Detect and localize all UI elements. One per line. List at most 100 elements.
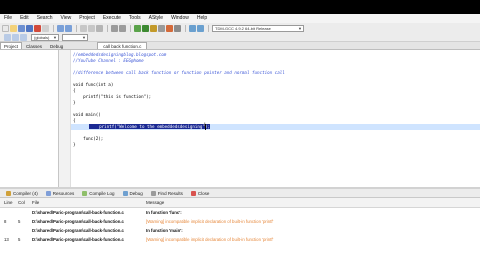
- indent-icon[interactable]: [111, 24, 118, 32]
- code-line-text: }: [73, 142, 76, 147]
- compiler-message-row[interactable]: 13 5 D:\shared\Paric-program\call-back-fun…: [0, 235, 480, 244]
- compiler-select-value: TDM-GCC 4.9.2 64-bit Release: [215, 25, 271, 31]
- tab-compiler[interactable]: Compiler (4): [2, 189, 42, 198]
- compile-run-icon[interactable]: [150, 24, 157, 32]
- profile-icon[interactable]: [189, 24, 196, 32]
- tab-find-results[interactable]: Find Results: [147, 189, 187, 198]
- compile-icon[interactable]: [134, 24, 141, 32]
- compiler-cell-file: D:\shared\Paric-program\call-back-functi…: [32, 228, 124, 233]
- replace-icon[interactable]: [88, 24, 95, 32]
- chart-icon[interactable]: [197, 24, 204, 32]
- compiler-cell-file: D:\shared\Paric-program\call-back-functi…: [32, 219, 124, 224]
- code-line-text: {: [73, 88, 76, 93]
- goto-bookmark-icon[interactable]: [20, 33, 27, 41]
- menu-astyle[interactable]: AStyle: [145, 14, 167, 23]
- close-icon: [190, 190, 196, 196]
- code-line-text: }: [73, 100, 76, 105]
- compiler-cell-col: 5: [18, 219, 21, 224]
- project-panel[interactable]: [0, 50, 59, 187]
- members-select[interactable]: ▼: [62, 33, 88, 41]
- print-icon[interactable]: [42, 24, 49, 32]
- globals-select[interactable]: (globals) ▼: [31, 33, 59, 41]
- code-line-text: printf("Welcome to the embeddedsdesignin…: [89, 124, 211, 129]
- code-line: }: [73, 142, 76, 148]
- col-header-file[interactable]: File: [32, 198, 39, 207]
- compiler-cell-line: 8: [4, 219, 7, 224]
- col-header-line[interactable]: Line: [4, 198, 13, 207]
- col-header-message[interactable]: Message: [146, 198, 164, 207]
- unindent-icon[interactable]: [119, 24, 126, 32]
- tab-resources[interactable]: Resources: [42, 189, 79, 198]
- compile-log-icon: [82, 190, 88, 196]
- editor-file-tab[interactable]: call back function.c: [97, 42, 148, 49]
- menu-help[interactable]: Help: [193, 14, 211, 23]
- toolbar-divider: [208, 24, 209, 32]
- tab-project[interactable]: Project: [0, 42, 23, 49]
- chevron-down-icon: ▼: [82, 34, 86, 40]
- toolbar-divider: [76, 24, 77, 32]
- code-line-text: {: [73, 118, 76, 123]
- menu-project[interactable]: Project: [75, 14, 99, 23]
- toolbar-divider: [53, 24, 54, 32]
- code-line: void main(): [73, 112, 101, 118]
- chevron-down-icon: ▼: [53, 34, 57, 40]
- undo-icon[interactable]: [57, 24, 64, 32]
- debug-icon[interactable]: [166, 24, 173, 32]
- code-line: printf("this is function");: [73, 94, 151, 100]
- tab-debug-label: Debug: [129, 190, 143, 196]
- compiler-cell-message: [Warning] incompatible implicit declarat…: [146, 237, 274, 242]
- menu-search[interactable]: Search: [33, 14, 57, 23]
- insert-icon[interactable]: [4, 33, 11, 41]
- new-file-icon[interactable]: [2, 24, 9, 32]
- code-line-text: void main(): [73, 112, 101, 117]
- code-line: func(2);: [73, 136, 103, 142]
- stop-icon[interactable]: [174, 24, 181, 32]
- open-folder-icon[interactable]: [10, 24, 17, 32]
- code-line: printf("Welcome to the embeddedsdesignin…: [89, 124, 211, 130]
- code-line-text: printf("this is function");: [73, 94, 152, 99]
- menu-edit[interactable]: Edit: [16, 14, 33, 23]
- menu-window[interactable]: Window: [167, 14, 193, 23]
- compiler-table-header: Line Col File Message: [0, 198, 480, 208]
- compiler-cell-file: D:\shared\Paric-program\call-back-functi…: [32, 237, 124, 242]
- tab-resources-label: Resources: [52, 190, 75, 196]
- menu-bar: File Edit Search View Project Execute To…: [0, 14, 480, 23]
- toolbar-divider: [185, 24, 186, 32]
- tab-debug[interactable]: Debug: [46, 42, 67, 49]
- tab-close-label: Close: [197, 190, 210, 196]
- run-icon[interactable]: [142, 24, 149, 32]
- tab-close[interactable]: Close: [187, 189, 214, 198]
- code-editor[interactable]: //embeddedsdesigningblog.blogspot.com//Y…: [59, 50, 480, 187]
- redo-icon[interactable]: [65, 24, 72, 32]
- rebuild-icon[interactable]: [158, 24, 165, 32]
- line-number-gutter: [59, 50, 71, 187]
- close-file-icon[interactable]: [34, 24, 41, 32]
- save-icon[interactable]: [18, 24, 25, 32]
- editor-file-tab-label: call back function.c: [103, 43, 142, 49]
- find-icon[interactable]: [80, 24, 87, 32]
- compiler-select[interactable]: TDM-GCC 4.9.2 64-bit Release ▼: [212, 24, 304, 32]
- debug-tab-icon: [122, 190, 128, 196]
- code-line-text: //embeddedsdesigningblog.blogspot.com: [73, 52, 167, 57]
- menu-execute[interactable]: Execute: [99, 14, 125, 23]
- menu-view[interactable]: View: [57, 14, 76, 23]
- tab-compile-log[interactable]: Compile Log: [78, 189, 118, 198]
- menu-file[interactable]: File: [0, 14, 16, 23]
- resources-icon: [45, 190, 51, 196]
- main-toolbar: TDM-GCC 4.9.2 64-bit Release ▼: [0, 23, 480, 33]
- compiler-message-row[interactable]: D:\shared\Paric-program\call-back-functi…: [0, 208, 480, 217]
- toggle-bookmark-icon[interactable]: [12, 33, 19, 41]
- toolbar-divider: [107, 24, 108, 32]
- bottom-tab-row: Compiler (4) Resources Compile Log Debug…: [0, 189, 480, 198]
- compiler-cell-file: D:\shared\Paric-program\call-back-functi…: [32, 210, 124, 215]
- compiler-cell-message: In function 'func':: [146, 210, 182, 215]
- menu-tools[interactable]: Tools: [125, 14, 145, 23]
- tab-classes[interactable]: Classes: [22, 42, 46, 49]
- goto-icon[interactable]: [96, 24, 103, 32]
- code-line: }: [73, 100, 76, 106]
- compiler-message-row[interactable]: 8 5 D:\shared\Paric-program\call-back-func…: [0, 217, 480, 226]
- tab-debug-bottom[interactable]: Debug: [119, 189, 147, 198]
- compiler-message-row[interactable]: D:\shared\Paric-program\call-back-functi…: [0, 226, 480, 235]
- col-header-col[interactable]: Col: [18, 198, 25, 207]
- save-all-icon[interactable]: [26, 24, 33, 32]
